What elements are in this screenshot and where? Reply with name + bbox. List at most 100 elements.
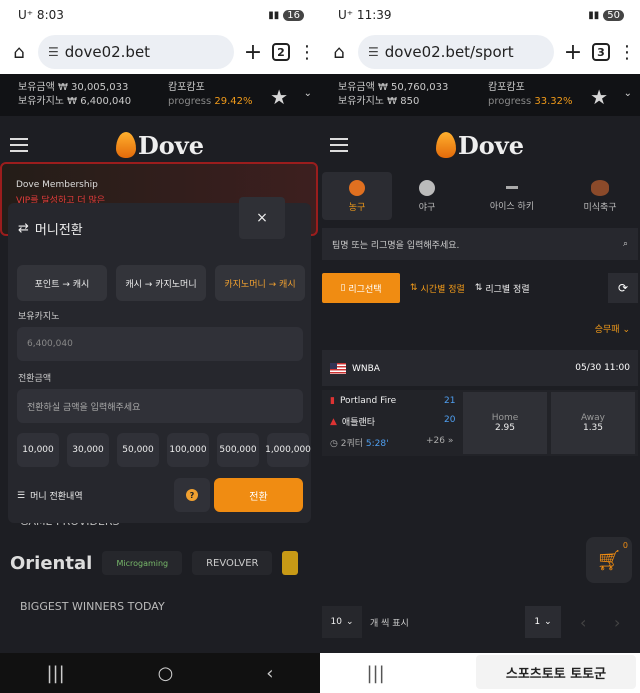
provider-microgaming[interactable]: Microgaming: [102, 551, 183, 575]
site-settings-icon[interactable]: ☰: [368, 45, 379, 59]
tab-basketball[interactable]: 농구: [322, 172, 392, 220]
balance-label: 보유금액 ₩ 30,005,033: [18, 82, 129, 93]
new-tab-icon[interactable]: +: [562, 40, 584, 65]
help-button[interactable]: ?: [174, 478, 210, 512]
flame-icon: [115, 132, 136, 158]
hamburger-menu-icon[interactable]: [330, 134, 348, 156]
provider-partial[interactable]: [282, 551, 299, 575]
tab-count-button[interactable]: 2: [272, 43, 290, 61]
team-logo-icon: ▲: [330, 416, 337, 427]
recents-icon[interactable]: |||: [366, 663, 384, 684]
status-icons: ▮▮ 16: [268, 9, 304, 21]
amount-button[interactable]: 10,000: [17, 433, 59, 467]
chevron-down-icon: ⌄: [345, 617, 354, 627]
site-logo[interactable]: Dove: [435, 131, 524, 160]
banner-title: Dove Membership: [16, 180, 98, 190]
exchange-type-tabs: 포인트 → 캐시 캐시 → 카지노머니 카지노머니 → 캐시: [17, 265, 305, 301]
tab-point-to-cash[interactable]: 포인트 → 캐시: [17, 265, 107, 301]
account-info-bar: 보유금액 ₩ 50,760,033 보유카지노 ₩ 850 캄포캄포 progr…: [320, 74, 640, 116]
away-team: ▲ 애틀랜타: [330, 416, 376, 429]
home-score: 21: [444, 396, 456, 406]
hockey-puck-icon: [506, 186, 518, 189]
amount-button[interactable]: 500,000: [217, 433, 259, 467]
home-circle-icon[interactable]: ○: [158, 663, 174, 684]
site-logo[interactable]: Dove: [115, 131, 204, 160]
system-nav-bar: ||| ○ ‹: [0, 653, 320, 693]
tab-count-button[interactable]: 3: [592, 43, 610, 61]
close-button[interactable]: ×: [239, 197, 285, 239]
convert-button[interactable]: 전환: [214, 478, 303, 512]
amount-button[interactable]: 1,000,000: [265, 433, 311, 467]
more-markets-link[interactable]: +26 »: [426, 436, 453, 446]
modal-title: ⇄ 머니전환: [18, 221, 83, 238]
market-dropdown[interactable]: 승무패 ⌄: [595, 322, 630, 335]
recents-icon[interactable]: |||: [46, 663, 64, 684]
url-text: dove02.bet: [64, 43, 151, 61]
league-name: WNBA: [352, 363, 380, 374]
home-icon[interactable]: ⌂: [328, 41, 350, 63]
home-icon[interactable]: ⌂: [8, 41, 30, 63]
tab-american-football[interactable]: 미식축구: [562, 172, 638, 220]
game-clock: ◷ 2쿼터 5:28': [330, 439, 389, 449]
chevron-down-icon[interactable]: ⌄: [624, 88, 632, 99]
cart-icon: 🛒︎: [596, 548, 622, 572]
page-select[interactable]: 1 ⌄: [525, 606, 561, 638]
refresh-button[interactable]: ⟳: [608, 273, 638, 303]
tab-casino-to-cash[interactable]: 카지노머니 → 캐시: [215, 265, 305, 301]
chevron-down-icon: ⌄: [544, 617, 552, 627]
sort-by-time-button[interactable]: ⇅ 시간별 정렬: [410, 282, 465, 295]
star-icon[interactable]: ★: [270, 85, 288, 109]
tab-cash-to-casino[interactable]: 캐시 → 카지노머니: [116, 265, 206, 301]
amount-button[interactable]: 30,000: [67, 433, 109, 467]
money-exchange-modal: ⇄ 머니전환 × 포인트 → 캐시 캐시 → 카지노머니 카지노머니 → 캐시 …: [8, 197, 311, 523]
basketball-icon: [349, 179, 365, 196]
bookmark-icon: ▯: [340, 283, 346, 293]
match-row: ▮ Portland Fire 21 ▲ 애틀랜타 20 ◷ 2쿼터 5:28'…: [322, 390, 638, 456]
account-info-bar: 보유금액 ₩ 30,005,033 보유카지노 ₩ 6,400,040 캄포캄포…: [0, 74, 320, 116]
provider-oriental[interactable]: Oriental: [10, 553, 92, 574]
left-phone-screen: U⁺ 8:03 ▮▮ 16 ⌂ ☰ dove02.bet + 2 ⋮ 보유금액 …: [0, 0, 320, 693]
tab-ice-hockey[interactable]: 아이스 하키: [462, 172, 562, 220]
league-select-button[interactable]: ▯ 리그선택: [322, 273, 400, 303]
progress-label: progress: [488, 96, 532, 107]
status-time: U⁺ 8:03: [18, 8, 64, 22]
away-odds-button[interactable]: Away 1.35: [551, 392, 635, 454]
provider-revolver[interactable]: REVOLVER: [192, 551, 273, 575]
casino-balance-label: 보유카지노 ₩ 850: [338, 96, 420, 107]
question-icon: ?: [186, 489, 198, 501]
bet-slip-button[interactable]: 🛒︎ 0: [586, 537, 632, 583]
menu-icon[interactable]: ⋮: [298, 42, 316, 63]
back-icon[interactable]: ‹: [266, 663, 273, 684]
amount-button[interactable]: 50,000: [117, 433, 159, 467]
status-time: U⁺ 11:39: [338, 8, 392, 22]
menu-icon[interactable]: ⋮: [618, 42, 636, 63]
league-header: WNBA 05/30 11:00: [322, 350, 638, 386]
next-page-icon[interactable]: ›: [614, 613, 620, 632]
home-team: ▮ Portland Fire: [330, 396, 397, 406]
per-page-select[interactable]: 10 ⌄: [322, 606, 362, 638]
battery-icon: 50: [603, 9, 624, 21]
browser-toolbar: ⌂ ☰ dove02.bet/sport + 3 ⋮: [320, 30, 640, 74]
casino-balance-label: 보유카지노 ₩ 6,400,040: [18, 96, 132, 107]
amount-button[interactable]: 100,000: [167, 433, 209, 467]
tab-baseball[interactable]: 야구: [392, 172, 462, 220]
address-bar[interactable]: ☰ dove02.bet: [38, 35, 234, 69]
browser-toolbar: ⌂ ☰ dove02.bet + 2 ⋮: [0, 30, 320, 74]
star-icon[interactable]: ★: [590, 85, 608, 109]
hamburger-menu-icon[interactable]: [10, 134, 28, 156]
search-bar[interactable]: 팀명 또는 리그명을 입력해주세요. ⌕: [322, 228, 638, 260]
new-tab-icon[interactable]: +: [242, 40, 264, 65]
prev-page-icon[interactable]: ‹: [580, 613, 586, 632]
home-odds-button[interactable]: Home 2.95: [463, 392, 547, 454]
search-icon[interactable]: ⌕: [623, 239, 628, 249]
exchange-history-link[interactable]: ☰ 머니 전환내역: [17, 489, 83, 503]
convert-amount-input[interactable]: 전환하실 금액을 입력해주세요: [17, 389, 303, 423]
status-bar: U⁺ 8:03 ▮▮ 16: [0, 0, 320, 30]
site-settings-icon[interactable]: ☰: [48, 45, 59, 59]
sort-by-league-button[interactable]: ⇅ 리그별 정렬: [475, 282, 530, 295]
chevron-down-icon[interactable]: ⌄: [304, 88, 312, 99]
address-bar[interactable]: ☰ dove02.bet/sport: [358, 35, 554, 69]
cart-count-badge: 0: [622, 541, 628, 550]
search-input[interactable]: 팀명 또는 리그명을 입력해주세요.: [332, 238, 459, 251]
status-icons: ▮▮ 50: [588, 9, 624, 21]
